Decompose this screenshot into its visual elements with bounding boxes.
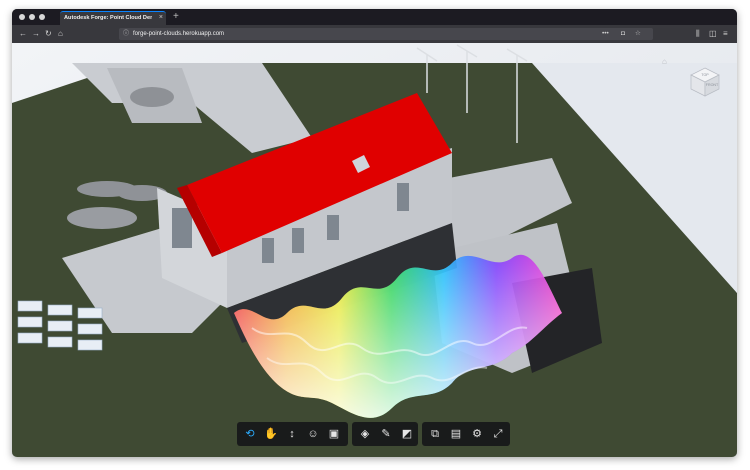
- bookmark-star-icon[interactable]: ☆: [635, 28, 641, 40]
- tile-grid: [17, 300, 103, 351]
- viewer-canvas[interactable]: ⌂ TOP FRONT ⟲ ✋ ↕ ☺ ▣ ◈ ✎ ◩ ⧉ ▤ ⚙ ⤢: [12, 43, 737, 457]
- viewcube-icon[interactable]: TOP FRONT: [688, 65, 722, 99]
- model-tools-group: ◈ ✎ ◩: [352, 422, 418, 446]
- explode-tool-icon[interactable]: ◈: [355, 424, 375, 444]
- fullscreen-icon[interactable]: ⤢: [488, 424, 508, 444]
- car: [130, 87, 174, 107]
- page-actions-icon[interactable]: •••: [602, 28, 609, 40]
- section-tool-icon[interactable]: ◩: [397, 424, 417, 444]
- tab-close-icon[interactable]: ×: [159, 12, 163, 23]
- menu-icon[interactable]: ≡: [723, 27, 728, 41]
- reload-icon[interactable]: ↻: [45, 27, 52, 41]
- maximize-window-button[interactable]: [39, 14, 45, 20]
- tab-title: Autodesk Forge: Point Cloud Demo: [64, 15, 152, 21]
- browser-window: Autodesk Forge: Point Cloud Demo × + ← →…: [12, 9, 737, 457]
- url-bar[interactable]: ⓘ forge-point-clouds.herokuapp.com ••• ◘…: [119, 28, 653, 40]
- browser-tab[interactable]: Autodesk Forge: Point Cloud Demo ×: [60, 11, 166, 25]
- pan-tool-icon[interactable]: ✋: [261, 424, 281, 444]
- orbit-tool-icon[interactable]: ⟲: [240, 424, 260, 444]
- navigation-tools-group: ⟲ ✋ ↕ ☺ ▣: [237, 422, 348, 446]
- navigation-bar: ← → ↻ ⌂ ⓘ forge-point-clouds.herokuapp.c…: [12, 25, 737, 43]
- url-text[interactable]: forge-point-clouds.herokuapp.com: [133, 28, 224, 40]
- library-icon[interactable]: ⫼: [696, 27, 700, 41]
- camera-tool-icon[interactable]: ▣: [324, 424, 344, 444]
- viewcube-top-label: TOP: [701, 73, 709, 77]
- new-tab-button[interactable]: +: [173, 9, 179, 25]
- first-person-tool-icon[interactable]: ☺: [303, 424, 323, 444]
- back-icon[interactable]: ←: [19, 27, 27, 41]
- home-icon[interactable]: ⌂: [58, 27, 63, 41]
- viewcube-front-label: FRONT: [706, 83, 719, 87]
- minimize-window-button[interactable]: [29, 14, 35, 20]
- viewer-toolbar: ⟲ ✋ ↕ ☺ ▣ ◈ ✎ ◩ ⧉ ▤ ⚙ ⤢: [237, 422, 510, 446]
- site-info-icon[interactable]: ⓘ: [123, 28, 129, 40]
- settings-gear-icon[interactable]: ⚙: [467, 424, 487, 444]
- title-bar: Autodesk Forge: Point Cloud Demo × +: [12, 9, 737, 25]
- pocket-icon[interactable]: ◘: [621, 28, 625, 40]
- model-browser-icon[interactable]: ⧉: [425, 424, 445, 444]
- settings-tools-group: ⧉ ▤ ⚙ ⤢: [422, 422, 510, 446]
- scene-graphic: [12, 43, 737, 457]
- properties-icon[interactable]: ▤: [446, 424, 466, 444]
- close-window-button[interactable]: [19, 14, 25, 20]
- forward-icon[interactable]: →: [32, 27, 40, 41]
- home-view-icon[interactable]: ⌂: [662, 57, 667, 66]
- sidebar-icon[interactable]: ◫: [709, 27, 717, 41]
- measure-tool-icon[interactable]: ✎: [376, 424, 396, 444]
- zoom-tool-icon[interactable]: ↕: [282, 424, 302, 444]
- viewcube[interactable]: TOP FRONT: [688, 65, 722, 99]
